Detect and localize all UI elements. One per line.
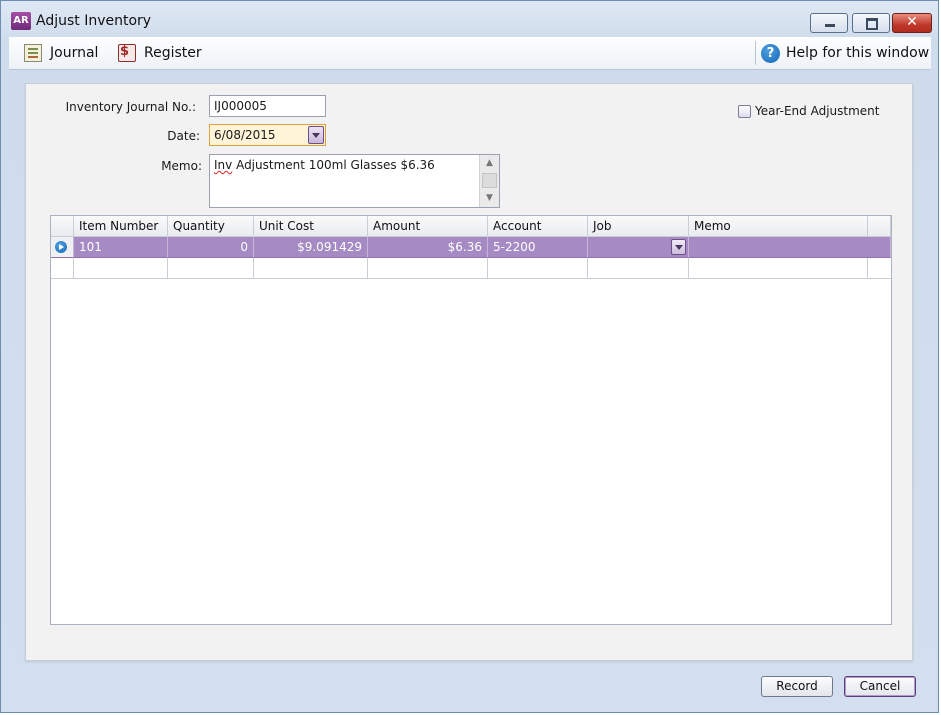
memo-field[interactable]: Inv Adjustment 100ml Glasses $6.36 ▲ ▼ bbox=[209, 154, 500, 208]
journal-no-label: Inventory Journal No.: bbox=[65, 100, 196, 114]
cell-unit-cost[interactable] bbox=[254, 258, 368, 279]
cell-job[interactable] bbox=[588, 258, 689, 279]
title-bar[interactable]: AR Adjust Inventory ✕ bbox=[1, 1, 938, 37]
register-label: Register bbox=[144, 45, 202, 61]
close-button[interactable]: ✕ bbox=[892, 13, 932, 33]
cancel-button[interactable]: Cancel bbox=[844, 676, 916, 697]
scroll-up-icon[interactable]: ▲ bbox=[482, 156, 497, 171]
journal-button[interactable]: Journal bbox=[24, 43, 98, 63]
column-header-item-number[interactable]: Item Number bbox=[74, 216, 168, 237]
scroll-down-icon[interactable]: ▼ bbox=[482, 191, 497, 206]
app-icon: AR bbox=[11, 12, 31, 30]
help-icon: ? bbox=[761, 43, 780, 63]
scroll-thumb[interactable] bbox=[482, 173, 497, 188]
maximize-icon bbox=[853, 14, 889, 32]
journal-icon bbox=[24, 44, 42, 62]
column-header-amount[interactable]: Amount bbox=[368, 216, 488, 237]
year-end-adjustment-checkbox[interactable]: Year-End Adjustment bbox=[738, 104, 879, 118]
minimize-button[interactable] bbox=[810, 13, 848, 33]
inventory-grid: Item Number Quantity Unit Cost Amount Ac… bbox=[50, 215, 892, 625]
header-filler-cell bbox=[868, 216, 891, 237]
row-pointer-cell bbox=[51, 258, 74, 279]
toolbar-separator bbox=[755, 41, 756, 65]
toolbar: Journal Register ? Help for this window bbox=[9, 37, 931, 70]
cell-amount[interactable]: $6.36 bbox=[368, 237, 488, 258]
column-header-quantity[interactable]: Quantity bbox=[168, 216, 254, 237]
column-header-account[interactable]: Account bbox=[488, 216, 588, 237]
column-header-job[interactable]: Job bbox=[588, 216, 689, 237]
chevron-down-icon[interactable] bbox=[671, 239, 686, 255]
cell-account[interactable]: 5-2200 bbox=[488, 237, 588, 258]
cell-item-number[interactable]: 101 bbox=[74, 237, 168, 258]
table-row[interactable]: 101 0 $9.091429 $6.36 5-2200 bbox=[51, 237, 891, 258]
date-value: 6/08/2015 bbox=[214, 128, 276, 142]
row-pointer-cell bbox=[51, 237, 74, 258]
cell-memo[interactable] bbox=[689, 258, 868, 279]
cell-amount[interactable] bbox=[368, 258, 488, 279]
memo-spellcheck-word: Inv bbox=[214, 158, 233, 172]
memo-scrollbar[interactable]: ▲ ▼ bbox=[479, 155, 499, 207]
date-label: Date: bbox=[167, 129, 200, 143]
journal-label: Journal bbox=[50, 45, 99, 61]
grid-header-row: Item Number Quantity Unit Cost Amount Ac… bbox=[51, 216, 891, 237]
arrow-right-icon bbox=[55, 241, 67, 253]
memo-value: Adjustment 100ml Glasses $6.36 bbox=[232, 158, 435, 172]
minimize-icon bbox=[811, 14, 847, 32]
register-icon bbox=[118, 44, 136, 62]
form-panel: Inventory Journal No.: IJ000005 Date: 6/… bbox=[25, 83, 913, 661]
help-button[interactable]: ? Help for this window bbox=[761, 43, 929, 63]
cell-item-number[interactable] bbox=[74, 258, 168, 279]
help-label: Help for this window bbox=[786, 45, 930, 61]
header-marker-cell bbox=[51, 216, 74, 237]
table-row-empty[interactable] bbox=[51, 258, 891, 279]
cell-memo[interactable] bbox=[689, 237, 891, 258]
cell-quantity[interactable]: 0 bbox=[168, 237, 254, 258]
year-end-label: Year-End Adjustment bbox=[755, 104, 880, 118]
row-filler-cell bbox=[868, 258, 891, 279]
chevron-down-icon[interactable] bbox=[308, 126, 324, 144]
column-header-unit-cost[interactable]: Unit Cost bbox=[254, 216, 368, 237]
record-button[interactable]: Record bbox=[761, 676, 833, 697]
cell-job[interactable] bbox=[588, 237, 689, 258]
cell-quantity[interactable] bbox=[168, 258, 254, 279]
close-icon: ✕ bbox=[906, 14, 918, 30]
journal-no-field[interactable]: IJ000005 bbox=[209, 95, 326, 117]
register-button[interactable]: Register bbox=[118, 43, 202, 63]
date-field[interactable]: 6/08/2015 bbox=[209, 124, 326, 146]
column-header-memo[interactable]: Memo bbox=[689, 216, 868, 237]
adjust-inventory-window: AR Adjust Inventory ✕ Journal Register ?… bbox=[0, 0, 939, 713]
cell-account[interactable] bbox=[488, 258, 588, 279]
checkbox-icon[interactable] bbox=[738, 104, 751, 118]
maximize-button[interactable] bbox=[852, 13, 890, 33]
memo-label: Memo: bbox=[161, 159, 202, 173]
window-title: Adjust Inventory bbox=[36, 13, 152, 29]
cell-unit-cost[interactable]: $9.091429 bbox=[254, 237, 368, 258]
